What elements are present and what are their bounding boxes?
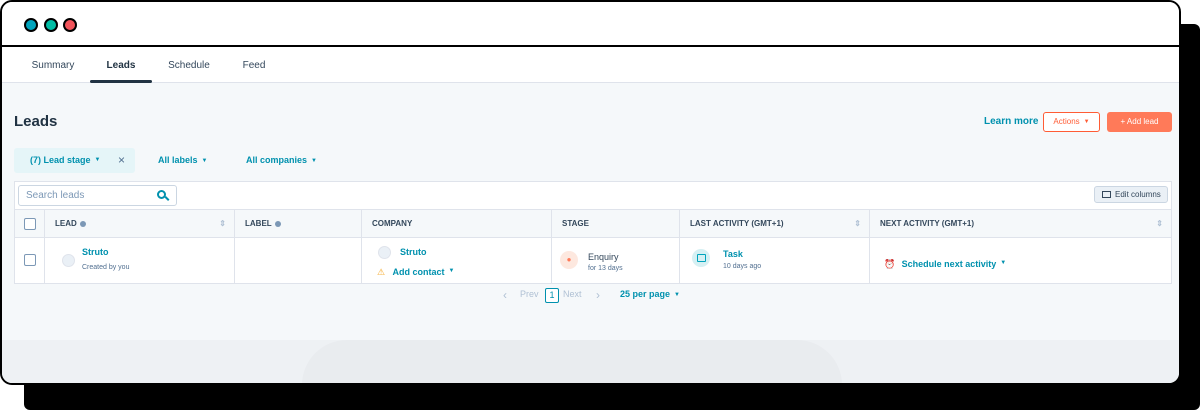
sort-icon[interactable]: ⇕ bbox=[219, 210, 226, 238]
edit-columns-button[interactable]: Edit columns bbox=[1094, 186, 1168, 203]
add-contact-label: Add contact bbox=[392, 267, 445, 277]
column-header-next-activity[interactable]: NEXT ACTIVITY (GMT+1) ⇕ bbox=[870, 210, 1171, 238]
column-next-activity-label: NEXT ACTIVITY (GMT+1) bbox=[880, 219, 975, 228]
window-dot-red[interactable] bbox=[63, 18, 77, 32]
table-header: LEAD ⇕ LABEL COMPANY STAGE LAST ACTIVITY … bbox=[15, 209, 1171, 238]
labels-filter-label: All labels bbox=[158, 155, 198, 165]
select-all-checkbox[interactable] bbox=[24, 218, 36, 230]
column-header-company[interactable]: COMPANY bbox=[362, 210, 552, 238]
chevron-down-icon: ▼ bbox=[1000, 259, 1007, 266]
info-icon bbox=[79, 220, 86, 227]
per-page-label: 25 per page bbox=[620, 289, 671, 299]
actions-button[interactable]: Actions ▼ bbox=[1043, 112, 1100, 132]
next-page-button[interactable]: Next bbox=[563, 289, 582, 299]
window-dot-teal[interactable] bbox=[24, 18, 38, 32]
column-lead-label: LEAD bbox=[55, 219, 77, 228]
chevron-down-icon: ▼ bbox=[201, 157, 208, 164]
tab-schedule[interactable]: Schedule bbox=[164, 47, 214, 83]
column-header-last-activity[interactable]: LAST ACTIVITY (GMT+1) ⇕ bbox=[680, 210, 870, 238]
next-page-label: Next bbox=[563, 289, 582, 299]
avatar bbox=[62, 254, 75, 267]
tab-feed[interactable]: Feed bbox=[235, 47, 273, 83]
leads-table: Search leads Edit columns LEAD ⇕ LABEL CO… bbox=[14, 181, 1172, 284]
lead-cell: Struto Created by you bbox=[45, 238, 235, 283]
prev-page-button[interactable]: Prev bbox=[520, 289, 539, 299]
learn-more-link[interactable]: Learn more bbox=[984, 116, 1038, 127]
search-input[interactable]: Search leads bbox=[18, 185, 177, 206]
stage-duration: for 13 days bbox=[588, 265, 623, 272]
warning-icon: ⚠ bbox=[377, 267, 386, 277]
actions-button-label: Actions bbox=[1053, 117, 1080, 127]
add-contact-dropdown[interactable]: ⚠ Add contact ▼ bbox=[377, 262, 455, 280]
sort-icon[interactable]: ⇕ bbox=[854, 210, 861, 238]
company-avatar bbox=[378, 246, 391, 259]
column-last-activity-label: LAST ACTIVITY (GMT+1) bbox=[690, 219, 784, 228]
search-icon[interactable] bbox=[157, 190, 166, 199]
chevron-down-icon: ▼ bbox=[94, 157, 101, 164]
schedule-next-activity-label: Schedule next activity bbox=[901, 259, 997, 269]
prev-page-label: Prev bbox=[520, 289, 539, 299]
chevron-down-icon: ▼ bbox=[674, 291, 680, 298]
chevron-right-icon[interactable]: › bbox=[596, 289, 600, 301]
stage-cell: ● Enquiry for 13 days bbox=[552, 238, 680, 283]
tab-bar: Summary Leads Schedule Feed bbox=[2, 47, 1179, 83]
background-shape bbox=[302, 340, 842, 383]
add-lead-button[interactable]: + Add lead bbox=[1107, 112, 1172, 132]
last-activity-link[interactable]: Task bbox=[723, 249, 743, 259]
chevron-left-icon[interactable]: ‹ bbox=[503, 289, 507, 301]
next-activity-cell: ⏰ Schedule next activity ▼ bbox=[870, 238, 1171, 283]
page-title: Leads bbox=[14, 113, 58, 130]
info-icon bbox=[274, 220, 281, 227]
row-checkbox[interactable] bbox=[24, 254, 36, 266]
lead-created-by: Created by you bbox=[82, 264, 130, 271]
lead-name-link[interactable]: Struto bbox=[82, 247, 109, 257]
close-icon[interactable]: × bbox=[118, 148, 125, 173]
chevron-down-icon: ▼ bbox=[1083, 119, 1090, 125]
task-icon bbox=[692, 249, 710, 267]
lead-stage-filter-label: (7) Lead stage bbox=[30, 155, 91, 165]
lead-stage-filter[interactable]: (7) Lead stage ▼ × bbox=[14, 148, 135, 173]
sort-icon[interactable]: ⇕ bbox=[1156, 210, 1163, 238]
column-header-stage[interactable]: STAGE bbox=[552, 210, 680, 238]
row-select-cell bbox=[15, 238, 45, 283]
labels-filter[interactable]: All labels ▼ bbox=[158, 155, 207, 165]
column-header-lead[interactable]: LEAD ⇕ bbox=[45, 210, 235, 238]
app-window: Summary Leads Schedule Feed Leads Learn … bbox=[0, 0, 1181, 385]
companies-filter[interactable]: All companies ▼ bbox=[246, 155, 317, 165]
background-footer bbox=[2, 340, 1179, 383]
company-cell: Struto ⚠ Add contact ▼ bbox=[362, 238, 552, 283]
chevron-down-icon: ▼ bbox=[448, 267, 455, 274]
companies-filter-label: All companies bbox=[246, 155, 308, 165]
tab-summary[interactable]: Summary bbox=[28, 47, 78, 83]
per-page-dropdown[interactable]: 25 per page ▼ bbox=[620, 289, 680, 299]
last-activity-time: 10 days ago bbox=[723, 263, 762, 270]
current-page[interactable]: 1 bbox=[545, 288, 559, 303]
person-icon: ● bbox=[560, 251, 578, 269]
column-header-label[interactable]: LABEL bbox=[235, 210, 362, 238]
stage-name: Enquiry bbox=[588, 252, 619, 262]
table-row: Struto Created by you Struto ⚠ Add conta… bbox=[15, 238, 1171, 283]
company-name-link[interactable]: Struto bbox=[400, 247, 427, 257]
column-label-label: LABEL bbox=[245, 219, 272, 228]
label-cell bbox=[235, 238, 362, 283]
schedule-next-activity-dropdown[interactable]: ⏰ Schedule next activity ▼ bbox=[884, 254, 1006, 272]
window-dot-green[interactable] bbox=[44, 18, 58, 32]
last-activity-cell: Task 10 days ago bbox=[680, 238, 870, 283]
tab-leads[interactable]: Leads bbox=[90, 47, 152, 83]
title-bar bbox=[2, 2, 1179, 47]
chevron-down-icon: ▼ bbox=[311, 157, 317, 164]
header-select-cell bbox=[15, 210, 45, 238]
alarm-icon: ⏰ bbox=[884, 259, 896, 269]
